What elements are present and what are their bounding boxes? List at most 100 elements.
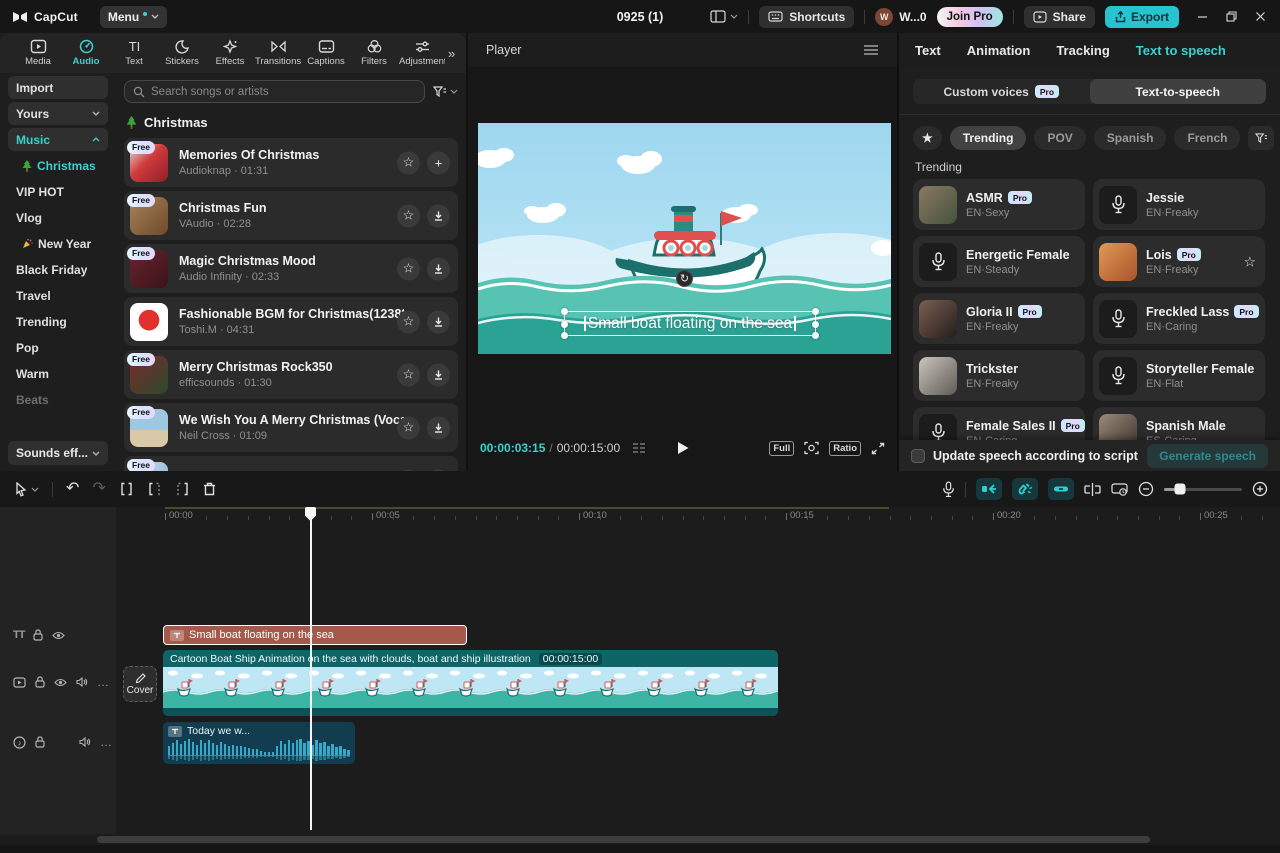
- tab-media[interactable]: Media: [14, 39, 62, 67]
- tab-filters[interactable]: Filters: [350, 39, 398, 67]
- sidebar-item[interactable]: Warm: [8, 362, 108, 385]
- undo-button[interactable]: ↶: [66, 481, 79, 497]
- minimize-button[interactable]: [1197, 11, 1208, 22]
- playhead-handle[interactable]: [305, 507, 316, 521]
- rotate-handle[interactable]: ↻: [676, 270, 693, 287]
- tab-adjustment[interactable]: Adjustment: [398, 39, 446, 67]
- zoom-out-button[interactable]: [1138, 481, 1154, 497]
- favorites-filter-chip[interactable]: ★: [913, 126, 942, 150]
- resize-handle[interactable]: [561, 321, 568, 328]
- song-card[interactable]: Free Christmas Fun VAudio · 02:28 ☆: [124, 191, 458, 240]
- favorite-star-icon[interactable]: ☆: [1243, 253, 1256, 270]
- music-filter-button[interactable]: [433, 86, 458, 98]
- mute-icon[interactable]: [76, 677, 88, 687]
- text-cursor-handle-right[interactable]: [794, 316, 796, 331]
- voice-card[interactable]: Lois Pro EN·Freaky ☆: [1093, 236, 1265, 287]
- tab-text[interactable]: TIText: [110, 39, 158, 67]
- mute-icon[interactable]: [79, 737, 91, 747]
- sidebar-item[interactable]: Import: [8, 76, 108, 99]
- tab-stickers[interactable]: Stickers: [158, 39, 206, 67]
- zoom-in-button[interactable]: [1252, 481, 1268, 497]
- lock-icon[interactable]: [33, 629, 43, 641]
- ratio-button[interactable]: Ratio: [829, 441, 861, 456]
- download-button[interactable]: [427, 310, 450, 333]
- text-to-speech-segment[interactable]: Text-to-speech: [1090, 79, 1267, 104]
- resize-handle[interactable]: [812, 308, 819, 315]
- voice-card[interactable]: Freckled Lass Pro EN·Caring: [1093, 293, 1265, 344]
- tabs-expand-chevron[interactable]: »: [448, 46, 455, 61]
- video-preview[interactable]: ⚓ Small boat floating on the sea: [478, 123, 891, 354]
- tab-effects[interactable]: Effects: [206, 39, 254, 67]
- song-card[interactable]: Free Merry Christmas Rock350 efficsounds…: [124, 350, 458, 399]
- export-button[interactable]: Export: [1105, 6, 1179, 28]
- track-more-button[interactable]: …: [97, 675, 110, 689]
- preview-focus-button[interactable]: [804, 441, 819, 455]
- maximize-button[interactable]: [1226, 11, 1237, 22]
- zoom-slider-knob[interactable]: [1174, 484, 1185, 495]
- redo-button[interactable]: ↷: [92, 481, 105, 497]
- resize-handle[interactable]: [812, 321, 819, 328]
- favorite-star-button[interactable]: ☆: [397, 363, 420, 386]
- voice-card[interactable]: Jessie EN·Freaky: [1093, 179, 1265, 230]
- tab-audio[interactable]: Audio: [62, 39, 110, 67]
- download-button[interactable]: [427, 363, 450, 386]
- split-keep-right-button[interactable]: [175, 482, 190, 496]
- favorite-star-button[interactable]: ☆: [397, 310, 420, 333]
- resize-handle[interactable]: [561, 308, 568, 315]
- lock-icon[interactable]: [35, 676, 45, 688]
- update-speech-checkbox[interactable]: [911, 449, 925, 463]
- text-clip[interactable]: Small boat floating on the sea: [163, 625, 467, 645]
- tab-text-to-speech[interactable]: Text to speech: [1136, 43, 1226, 58]
- download-button[interactable]: [427, 204, 450, 227]
- song-card[interactable]: Fashionable BGM for Christmas(1238227) T…: [124, 297, 458, 346]
- voice-card[interactable]: Energetic Female EN·Steady: [913, 236, 1085, 287]
- search-input[interactable]: [151, 86, 416, 98]
- ripple-delete-toggle[interactable]: [976, 478, 1002, 500]
- resize-handle[interactable]: [812, 332, 819, 339]
- download-button[interactable]: [427, 416, 450, 439]
- caption-selection-box[interactable]: Small boat floating on the sea: [564, 311, 816, 336]
- favorite-star-button[interactable]: ☆: [397, 151, 420, 174]
- song-card[interactable]: Free Memories Of Christmas Audioknap · 0…: [124, 138, 458, 187]
- favorite-star-button[interactable]: ☆: [397, 416, 420, 439]
- select-tool-button[interactable]: [14, 482, 39, 497]
- magnetic-snap-toggle[interactable]: [1012, 478, 1038, 500]
- sound-effects-button[interactable]: Sounds eff...: [8, 441, 108, 465]
- video-clip[interactable]: Cartoon Boat Ship Animation on the sea w…: [163, 650, 778, 716]
- timeline-view-button[interactable]: [1111, 483, 1128, 496]
- tab-transitions[interactable]: Transitions: [254, 39, 302, 67]
- favorite-star-button[interactable]: ☆: [397, 204, 420, 227]
- fullscreen-button[interactable]: [871, 442, 885, 455]
- full-quality-button[interactable]: Full: [769, 441, 794, 456]
- record-voiceover-button[interactable]: [942, 481, 955, 498]
- menu-button[interactable]: Menu: [100, 6, 167, 28]
- voice-filter-chip[interactable]: POV: [1034, 126, 1085, 150]
- favorite-star-button[interactable]: ☆: [397, 257, 420, 280]
- song-card[interactable]: Free Christmas Gifts Full Length ☆: [124, 456, 458, 471]
- voice-card[interactable]: Trickster EN·Freaky: [913, 350, 1085, 401]
- edit-cover-button[interactable]: Cover: [123, 666, 157, 702]
- horizontal-scrollbar[interactable]: [97, 836, 1150, 843]
- voice-card[interactable]: Storyteller Female EN·Flat: [1093, 350, 1265, 401]
- timeline-zoom-slider[interactable]: [1164, 488, 1242, 491]
- lock-icon[interactable]: [35, 736, 45, 748]
- eye-icon[interactable]: [52, 631, 65, 640]
- player-menu-icon[interactable]: [863, 44, 879, 56]
- add-to-timeline-button[interactable]: +: [427, 151, 450, 174]
- split-button[interactable]: [119, 482, 134, 496]
- voice-filter-chip[interactable]: Trending: [950, 126, 1027, 150]
- track-more-button[interactable]: …: [100, 735, 113, 749]
- custom-voices-segment[interactable]: Custom voices Pro: [913, 79, 1090, 104]
- join-pro-button[interactable]: Join Pro: [937, 7, 1003, 27]
- shortcuts-button[interactable]: Shortcuts: [759, 6, 854, 28]
- sidebar-item[interactable]: Trending: [8, 310, 108, 333]
- share-button[interactable]: Share: [1024, 6, 1095, 28]
- close-button[interactable]: [1255, 11, 1266, 22]
- split-preview-button[interactable]: [1084, 483, 1101, 496]
- sidebar-item[interactable]: New Year: [8, 232, 108, 255]
- audio-clip[interactable]: Today we w...: [163, 722, 355, 764]
- sidebar-item[interactable]: Beats: [8, 388, 108, 411]
- split-keep-left-button[interactable]: [147, 482, 162, 496]
- layout-button[interactable]: [710, 10, 738, 23]
- tab-captions[interactable]: Captions: [302, 39, 350, 67]
